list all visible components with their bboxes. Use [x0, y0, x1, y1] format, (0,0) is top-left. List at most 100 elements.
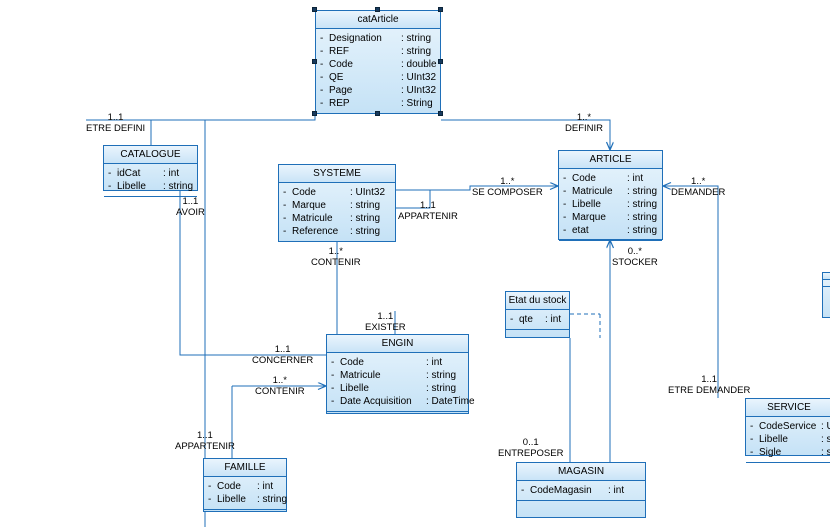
- association-label-avoir[interactable]: 1..1 AVOIR: [176, 196, 205, 218]
- association-name: APPARTENIR: [175, 441, 235, 452]
- uml-attribute: - Code: int: [559, 172, 662, 185]
- uml-class-name: ENGIN: [327, 335, 468, 353]
- attribute-visibility: -: [750, 447, 754, 458]
- association-label-concerner[interactable]: 1..1 CONCERNER: [252, 344, 313, 366]
- attribute-name: Reference: [292, 226, 339, 237]
- uml-operation-compartment: [204, 510, 286, 527]
- attribute-visibility: -: [208, 494, 212, 505]
- attribute-visibility: -: [320, 33, 324, 44]
- association-label-entreposer[interactable]: 0..1 ENTREPOSER: [498, 437, 563, 459]
- uml-attribute-compartment: - Code: int - Matricule: string - Libelle: st…: [327, 353, 475, 412]
- uml-class-name: [823, 273, 830, 280]
- uml-attribute-compartment: - Code: int - Libelle: string: [204, 477, 288, 510]
- uml-class-service[interactable]: SERVICE-CodeService: U-Libelle: st-Sigle…: [745, 398, 830, 463]
- uml-attribute: -Libelle: st: [746, 433, 830, 446]
- uml-class-famille[interactable]: FAMILLE - Code: int - Libelle: string: [203, 458, 287, 512]
- attribute-visibility: -: [320, 72, 324, 83]
- uml-class-name: catArticle: [316, 11, 440, 29]
- attribute-type: : UInt32: [401, 85, 437, 96]
- uml-class-magasin[interactable]: MAGASIN - CodeMagasin: int: [516, 462, 646, 518]
- selection-handle[interactable]: [438, 59, 443, 64]
- association-multiplicity: 1..*: [691, 176, 706, 187]
- attribute-name: REF: [329, 46, 349, 57]
- attribute-visibility: -: [750, 434, 754, 445]
- diagram-canvas[interactable]: catArticle - Designation: string - REF: stri…: [0, 0, 830, 527]
- attribute-visibility: -: [563, 173, 567, 184]
- attribute-type: : string: [426, 383, 457, 394]
- selection-handle[interactable]: [312, 59, 317, 64]
- association-label-stocker[interactable]: 0..* STOCKER: [612, 246, 658, 268]
- selection-handle[interactable]: [438, 111, 443, 116]
- attribute-visibility: -: [108, 181, 112, 192]
- uml-class-systeme[interactable]: SYSTEME - Code: UInt32- Marque: string - Matr…: [278, 164, 396, 242]
- association-label-se-composer[interactable]: 1..* SE COMPOSER: [472, 176, 543, 198]
- uml-class-etat_du_stock[interactable]: Etat du stock - qte: int: [505, 291, 570, 338]
- attribute-name: etat: [572, 225, 589, 236]
- attribute-type: : double: [401, 59, 437, 70]
- uml-attribute: - REP: String: [316, 97, 440, 110]
- attribute-type: : string: [350, 213, 381, 224]
- selection-handle[interactable]: [312, 7, 317, 12]
- attribute-type: : int: [545, 314, 562, 325]
- uml-attribute-compartment: [823, 280, 830, 287]
- attribute-type: : st: [821, 434, 830, 445]
- attribute-name: Sigle: [759, 447, 782, 458]
- uml-class-catalogue[interactable]: CATALOGUE - idCat: int - Libelle: string: [103, 145, 198, 197]
- uml-attribute: - Reference: string: [279, 225, 395, 238]
- attribute-visibility: -: [521, 485, 525, 496]
- association-label-etre-defini[interactable]: 1..1 ETRE DEFINI: [86, 112, 145, 134]
- association-label-contenir-1[interactable]: 1..* CONTENIR: [311, 246, 361, 268]
- association-multiplicity: 1..1: [196, 430, 213, 441]
- selection-handle[interactable]: [375, 111, 380, 116]
- association-name: DEFINIR: [565, 123, 603, 134]
- uml-class-article[interactable]: ARTICLE - Code: int - Matricule: string - Libe…: [558, 150, 663, 241]
- uml-attribute: - Matricule: string: [559, 185, 662, 198]
- attribute-name: Matricule: [292, 213, 333, 224]
- attribute-type: : U: [821, 421, 830, 432]
- uml-class-name: SYSTEME: [279, 165, 395, 183]
- uml-attribute: - qte: int: [506, 313, 569, 326]
- uml-class-right_edge_partial[interactable]: [822, 272, 830, 318]
- attribute-type: : string: [163, 181, 194, 192]
- association-name: EXISTER: [365, 322, 406, 333]
- association-name: STOCKER: [612, 257, 658, 268]
- uml-class-name: Etat du stock: [506, 292, 569, 310]
- attribute-name: REP: [329, 98, 350, 109]
- uml-attribute: - Designation: string: [316, 32, 440, 45]
- attribute-type: : string: [401, 33, 432, 44]
- attribute-type: : String: [401, 98, 433, 109]
- association-multiplicity: 1..1: [182, 196, 199, 207]
- uml-class-catArticle[interactable]: catArticle - Designation: string - REF: stri…: [315, 10, 441, 114]
- association-multiplicity: 1..*: [328, 246, 343, 257]
- selection-handle[interactable]: [375, 7, 380, 12]
- uml-attribute: - Code: int: [327, 356, 468, 369]
- uml-operation-compartment: [506, 330, 569, 348]
- association-multiplicity: 0..1: [522, 437, 539, 448]
- attribute-type: : string: [627, 212, 658, 223]
- association-label-etre-demander[interactable]: 1..1 ETRE DEMANDER: [668, 374, 750, 396]
- selection-handle[interactable]: [438, 7, 443, 12]
- association-name: DEMANDER: [671, 187, 726, 198]
- attribute-visibility: -: [108, 168, 112, 179]
- attribute-type: : UInt32: [401, 72, 437, 83]
- attribute-type: : string: [257, 494, 288, 505]
- association-label-appartenir-2[interactable]: 1..1 APPARTENIR: [175, 430, 235, 452]
- uml-attribute: - Page: UInt32: [316, 84, 440, 97]
- uml-attribute: - Date Acquisition: DateTime: [327, 395, 475, 408]
- uml-class-name: FAMILLE: [204, 459, 286, 477]
- association-label-demander[interactable]: 1..* DEMANDER: [671, 176, 725, 198]
- selection-handle[interactable]: [312, 111, 317, 116]
- uml-attribute: - Marque: string: [559, 211, 662, 224]
- association-label-exister[interactable]: 1..1 EXISTER: [365, 311, 406, 333]
- attribute-type: : int: [426, 357, 443, 368]
- attribute-type: : UInt32: [350, 187, 386, 198]
- uml-attribute: - Libelle: string: [559, 198, 662, 211]
- uml-class-engin[interactable]: ENGIN - Code: int - Matricule: string - Libell…: [326, 334, 475, 414]
- association-label-definir[interactable]: 1..* DEFINIR: [565, 112, 603, 134]
- association-label-appartenir-1[interactable]: 1..1 APPARTENIR: [398, 200, 458, 222]
- attribute-type: : int: [257, 481, 274, 492]
- association-multiplicity: 1..1: [419, 200, 436, 211]
- uml-attribute: - Code: double: [316, 58, 440, 71]
- association-label-contenir-2[interactable]: 1..* CONTENIR: [255, 375, 305, 397]
- association-multiplicity: 1..1: [274, 344, 291, 355]
